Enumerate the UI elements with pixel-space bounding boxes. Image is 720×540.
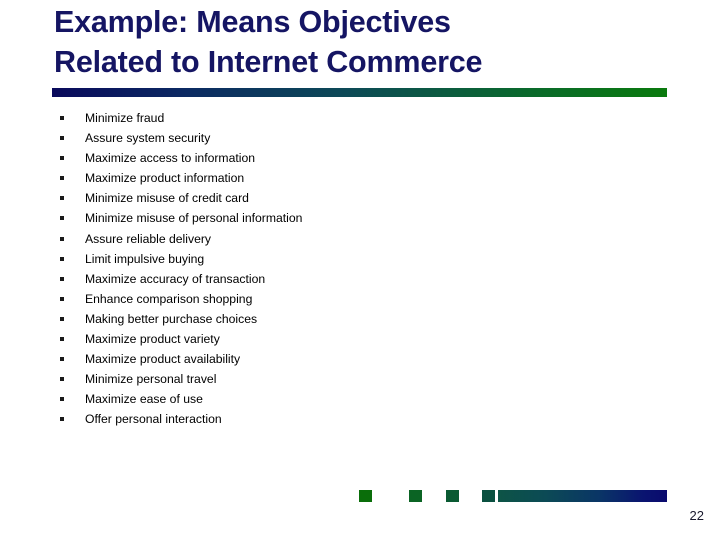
square-bullet-icon [60,417,64,422]
footer-gradient-bar [498,490,667,502]
list-item: Assure system security [58,128,658,148]
list-item-label: Minimize misuse of credit card [85,191,249,206]
list-item: Assure reliable delivery [58,229,658,249]
list-item-label: Minimize misuse of personal information [85,211,303,226]
square-bullet-icon [60,156,64,161]
list-item: Maximize accuracy of transaction [58,269,658,289]
square-bullet-icon [60,256,64,261]
title-divider-bar [52,88,667,97]
square-bullet-icon [60,196,64,201]
list-item-label: Offer personal interaction [85,412,222,427]
list-item-label: Enhance comparison shopping [85,291,253,306]
list-item: Minimize misuse of credit card [58,188,658,208]
list-item-label: Maximize product information [85,171,245,186]
square-bullet-icon [60,296,64,301]
list-item: Minimize fraud [58,108,658,128]
list-item: Maximize product variety [58,329,658,349]
list-item: Maximize ease of use [58,389,658,409]
objectives-list: Minimize fraud Assure system security Maxi… [58,108,658,430]
footer-square-icon [446,490,459,502]
list-item-label: Assure system security [85,131,211,146]
list-item: Maximize access to information [58,148,658,168]
footer-square-icon [409,490,422,502]
list-item: Offer personal interaction [58,409,658,429]
square-bullet-icon [60,236,64,241]
list-item-label: Minimize fraud [85,111,165,125]
page-number: 22 [689,508,704,523]
list-item: Maximize product availability [58,349,658,369]
list-item-label: Making better purchase choices [85,311,258,326]
list-item: Limit impulsive buying [58,249,658,269]
square-bullet-icon [60,397,64,402]
list-item-label: Maximize ease of use [85,392,203,407]
square-bullet-icon [60,337,64,342]
footer-square-icon [359,490,372,502]
square-bullet-icon [60,316,64,321]
square-bullet-icon [60,176,64,181]
list-item-label: Assure reliable delivery [85,231,211,246]
list-item-label: Maximize product availability [85,352,241,367]
slide-canvas: Example: Means Objectives Related to Int… [0,0,720,540]
list-item: Maximize product information [58,168,658,188]
footer-square-icon [482,490,495,502]
title-block: Example: Means Objectives Related to Int… [54,2,668,82]
list-item-label: Maximize access to information [85,151,256,166]
list-item: Enhance comparison shopping [58,289,658,309]
list-item-label: Maximize product variety [85,332,220,347]
list-item: Minimize personal travel [58,369,658,389]
page-title: Example: Means Objectives Related to Int… [54,5,483,79]
square-bullet-icon [60,216,64,221]
square-bullet-icon [60,116,64,120]
list-item-label: Maximize accuracy of transaction [85,271,266,286]
list-item: Minimize misuse of personal information [58,208,658,228]
square-bullet-icon [60,136,64,141]
list-item: Making better purchase choices [58,309,658,329]
square-bullet-icon [60,276,64,281]
square-bullet-icon [60,377,64,382]
square-bullet-icon [60,357,64,362]
list-item-label: Limit impulsive buying [85,251,205,266]
list-item-label: Minimize personal travel [85,372,217,387]
